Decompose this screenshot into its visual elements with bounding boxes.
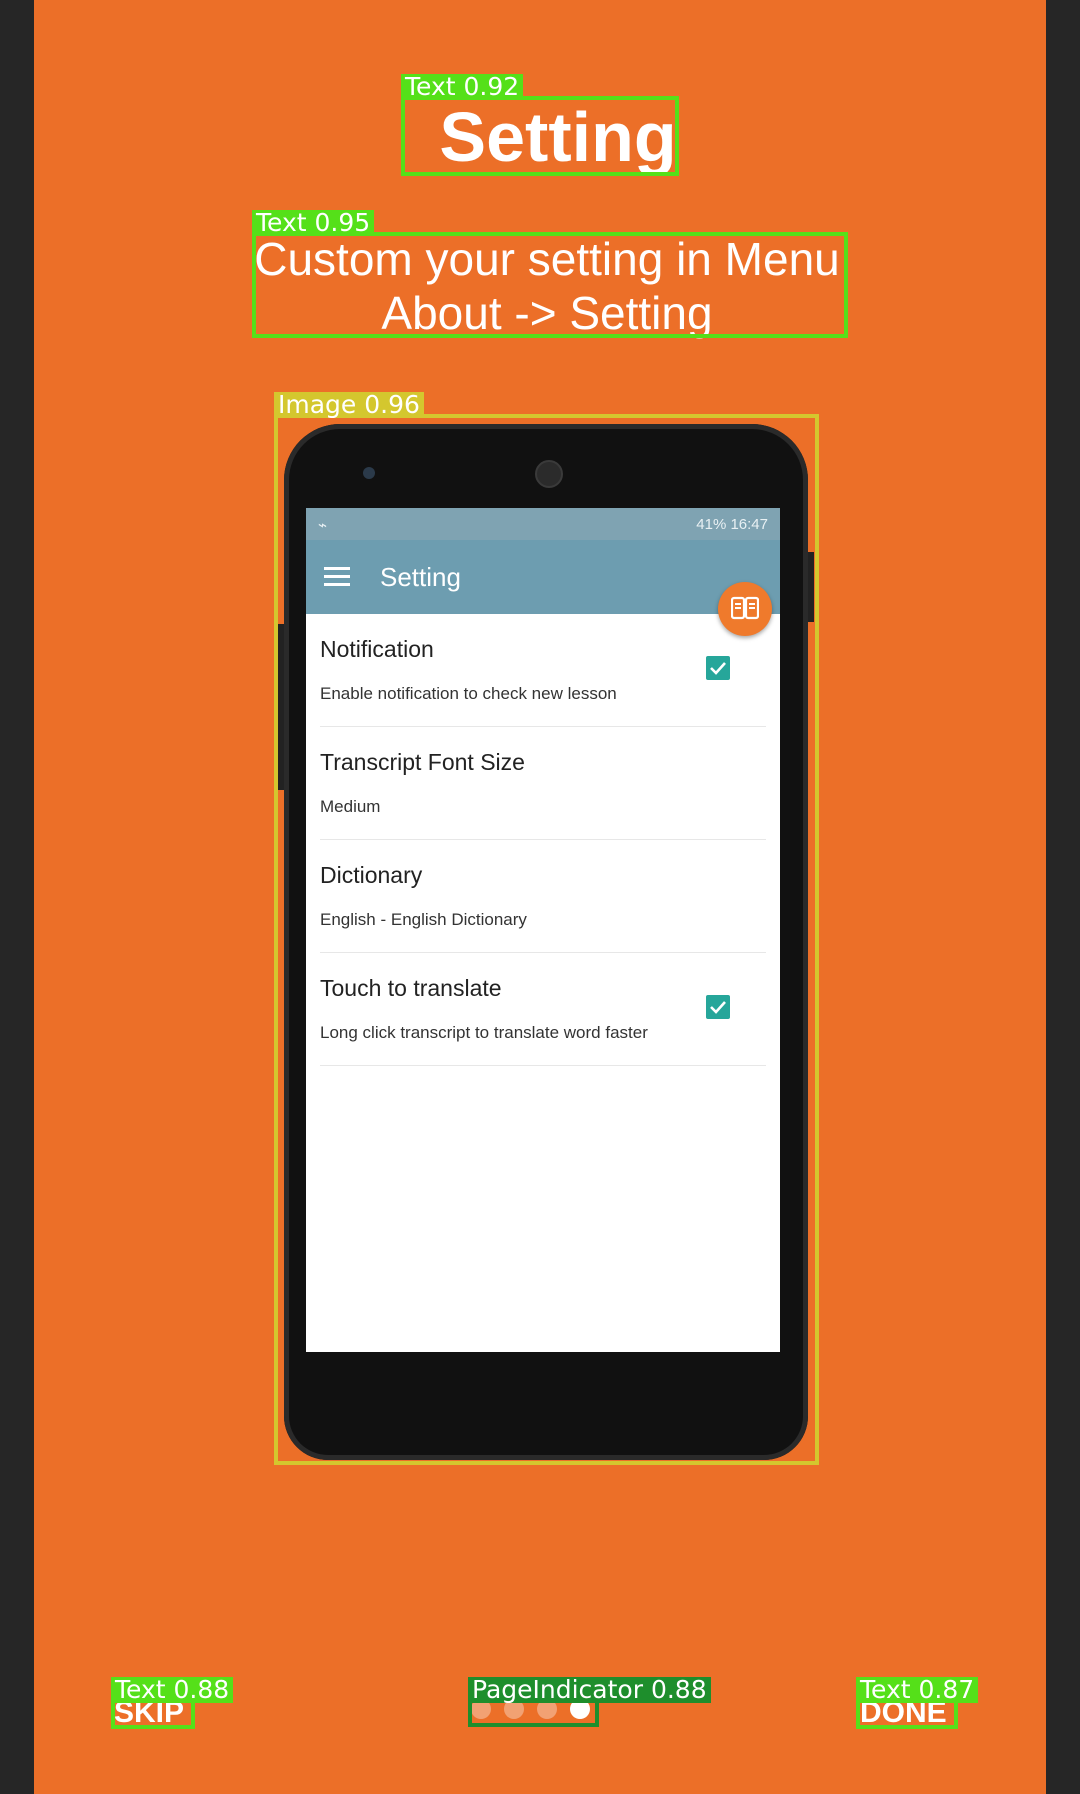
detection-box-subtitle: Text 0.95: [252, 210, 848, 338]
detection-label: PageIndicator 0.88: [468, 1677, 711, 1703]
app-screen: Setting Custom your setting in Menu Abou…: [34, 0, 1046, 1794]
detection-label: Text 0.87: [856, 1677, 979, 1703]
detection-box-skip: Text 0.88: [111, 1677, 234, 1729]
detection-label: Text 0.88: [111, 1677, 234, 1703]
detection-box-image: Image 0.96: [274, 392, 819, 1465]
detection-box-done: Text 0.87: [856, 1677, 979, 1729]
book-icon: [718, 582, 772, 636]
detection-box-title: Text 0.92: [401, 74, 679, 176]
detection-label: Image 0.96: [274, 392, 424, 418]
detection-label: Text 0.92: [401, 74, 524, 100]
detection-box-page-indicator: PageIndicator 0.88: [468, 1677, 711, 1727]
detection-label: Text 0.95: [252, 210, 375, 236]
